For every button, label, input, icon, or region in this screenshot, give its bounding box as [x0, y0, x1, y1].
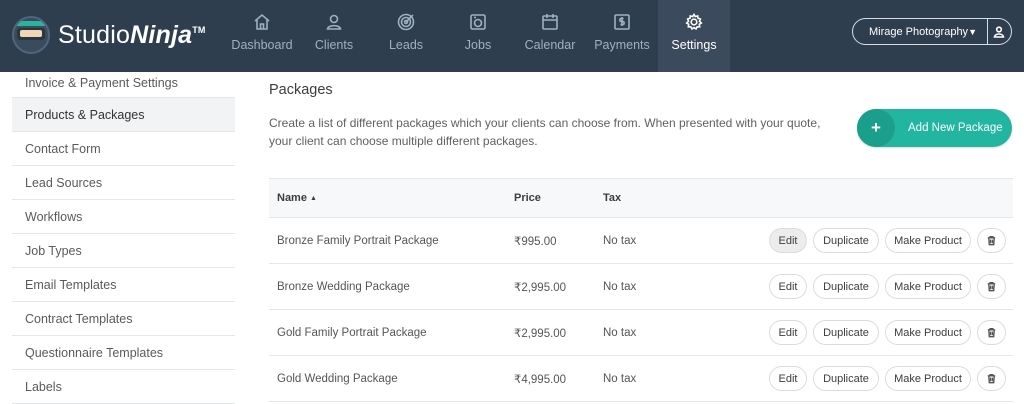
- table-row: Gold Wedding Package ₹4,995.00 No tax Ed…: [269, 356, 1013, 402]
- users-icon: [326, 14, 342, 30]
- table-row: Bronze Family Portrait Package ₹995.00 N…: [269, 218, 1013, 264]
- payment-icon: [614, 14, 630, 30]
- add-new-package-button[interactable]: + Add New Package: [857, 109, 1012, 147]
- sidebar-item-label: Invoice & Payment Settings: [25, 76, 178, 90]
- nav-jobs[interactable]: Jobs: [442, 0, 514, 72]
- nav-leads[interactable]: Leads: [370, 0, 442, 72]
- package-tax: No tax: [603, 326, 637, 339]
- duplicate-button[interactable]: Duplicate: [813, 274, 879, 299]
- sidebar-item-label: Products & Packages: [25, 107, 145, 122]
- nav-payments[interactable]: Payments: [586, 0, 658, 72]
- packages-table: Name ▲ Price Tax Bronze Family Portrait P…: [269, 178, 1013, 402]
- sidebar-item-questionnaire-templates[interactable]: Questionnaire Templates: [12, 336, 235, 370]
- make-product-button[interactable]: Make Product: [885, 320, 971, 345]
- sidebar-item-contract-templates[interactable]: Contract Templates: [12, 302, 235, 336]
- package-price: ₹2,995.00: [514, 327, 567, 340]
- nav-label: Leads: [388, 38, 424, 52]
- edit-button[interactable]: Edit: [769, 274, 807, 299]
- package-tax: No tax: [603, 280, 637, 293]
- column-header-name[interactable]: Name ▲: [269, 192, 506, 204]
- trash-icon: [987, 235, 996, 246]
- delete-button[interactable]: [977, 366, 1006, 391]
- delete-button[interactable]: [977, 274, 1006, 299]
- package-name: Gold Wedding Package: [277, 372, 398, 385]
- nav-label: Settings: [671, 38, 717, 52]
- table-header: Name ▲ Price Tax: [269, 178, 1013, 218]
- delete-button[interactable]: [977, 228, 1006, 253]
- package-name: Bronze Wedding Package: [277, 280, 410, 293]
- account-switcher[interactable]: Mirage Photography ▼: [852, 18, 1012, 45]
- nav-dashboard[interactable]: Dashboard: [226, 0, 298, 72]
- account-name: Mirage Photography: [869, 25, 969, 38]
- page-description: Create a list of different packages whic…: [269, 116, 821, 148]
- sidebar-item-label: Questionnaire Templates: [25, 345, 164, 360]
- sidebar-item-job-types[interactable]: Job Types: [12, 234, 235, 268]
- sidebar-item-label: Contract Templates: [25, 311, 133, 326]
- sidebar-item-workflows[interactable]: Workflows: [12, 200, 235, 234]
- nav-label: Clients: [314, 38, 354, 52]
- plus-icon: +: [857, 109, 895, 147]
- target-icon: [397, 13, 415, 31]
- duplicate-button[interactable]: Duplicate: [813, 366, 879, 391]
- ninja-mascot-icon: [12, 16, 50, 54]
- sidebar-item-lead-sources[interactable]: Lead Sources: [12, 166, 235, 200]
- package-tax: No tax: [603, 372, 637, 385]
- package-tax: No tax: [603, 234, 637, 247]
- edit-button[interactable]: Edit: [769, 320, 807, 345]
- make-product-button[interactable]: Make Product: [885, 366, 971, 391]
- sidebar-item-label: Labels: [25, 379, 62, 394]
- package-price: ₹995.00: [514, 235, 557, 248]
- edit-button[interactable]: Edit: [769, 366, 807, 391]
- home-icon: [254, 13, 270, 30]
- nav-label: Jobs: [464, 38, 492, 52]
- sidebar-item-label: Job Types: [25, 243, 82, 258]
- column-header-tax: Tax: [603, 192, 622, 204]
- camera-icon: [470, 14, 486, 30]
- sidebar-item-email-templates[interactable]: Email Templates: [12, 268, 235, 302]
- nav-label: Payments: [594, 38, 650, 52]
- table-row: Bronze Wedding Package ₹2,995.00 No tax …: [269, 264, 1013, 310]
- make-product-button[interactable]: Make Product: [885, 228, 971, 253]
- studio-ninja-logo[interactable]: StudioNinjaTM: [12, 12, 206, 58]
- sidebar-item-label: Workflows: [25, 209, 83, 224]
- sidebar-item-label: Email Templates: [25, 277, 117, 292]
- calendar-icon: [542, 14, 558, 30]
- make-product-button[interactable]: Make Product: [885, 274, 971, 299]
- sidebar-item-contact-form[interactable]: Contact Form: [12, 132, 235, 166]
- trash-icon: [987, 281, 996, 292]
- chevron-down-icon: ▼: [968, 26, 977, 37]
- sort-ascending-icon: ▲: [309, 194, 317, 202]
- gear-icon: [685, 12, 703, 31]
- top-bar: StudioNinjaTM Dashboard Clients Leads Jo…: [0, 0, 1024, 72]
- trash-icon: [987, 373, 996, 384]
- table-row: Gold Family Portrait Package ₹2,995.00 N…: [269, 310, 1013, 356]
- column-header-price: Price: [514, 192, 541, 204]
- logo-wordmark: StudioNinjaTM: [58, 20, 206, 49]
- nav-calendar[interactable]: Calendar: [514, 0, 586, 72]
- settings-sidebar: Invoice & Payment Settings Products & Pa…: [12, 72, 235, 404]
- nav-label: Dashboard: [231, 38, 293, 52]
- page-title: Packages: [269, 82, 333, 98]
- sidebar-item-label: Contact Form: [25, 141, 101, 156]
- duplicate-button[interactable]: Duplicate: [813, 320, 879, 345]
- trash-icon: [987, 327, 996, 338]
- nav-clients[interactable]: Clients: [298, 0, 370, 72]
- duplicate-button[interactable]: Duplicate: [813, 228, 879, 253]
- package-price: ₹2,995.00: [514, 281, 567, 294]
- nav-label: Calendar: [524, 38, 576, 52]
- package-price: ₹4,995.00: [514, 373, 567, 386]
- user-profile-button[interactable]: [986, 19, 1011, 44]
- edit-button[interactable]: Edit: [769, 228, 807, 253]
- delete-button[interactable]: [977, 320, 1006, 345]
- nav-settings[interactable]: Settings: [658, 0, 730, 72]
- package-name: Gold Family Portrait Package: [277, 326, 427, 339]
- user-icon: [994, 25, 1005, 38]
- sidebar-item-label: Lead Sources: [25, 175, 103, 190]
- package-name: Bronze Family Portrait Package: [277, 234, 439, 247]
- sidebar-item-products-packages[interactable]: Products & Packages: [12, 98, 235, 132]
- sidebar-item-invoice-payment-settings[interactable]: Invoice & Payment Settings: [12, 72, 235, 98]
- main-nav: Dashboard Clients Leads Jobs Calendar Pa…: [226, 0, 730, 72]
- add-new-package-label: Add New Package: [908, 122, 1003, 134]
